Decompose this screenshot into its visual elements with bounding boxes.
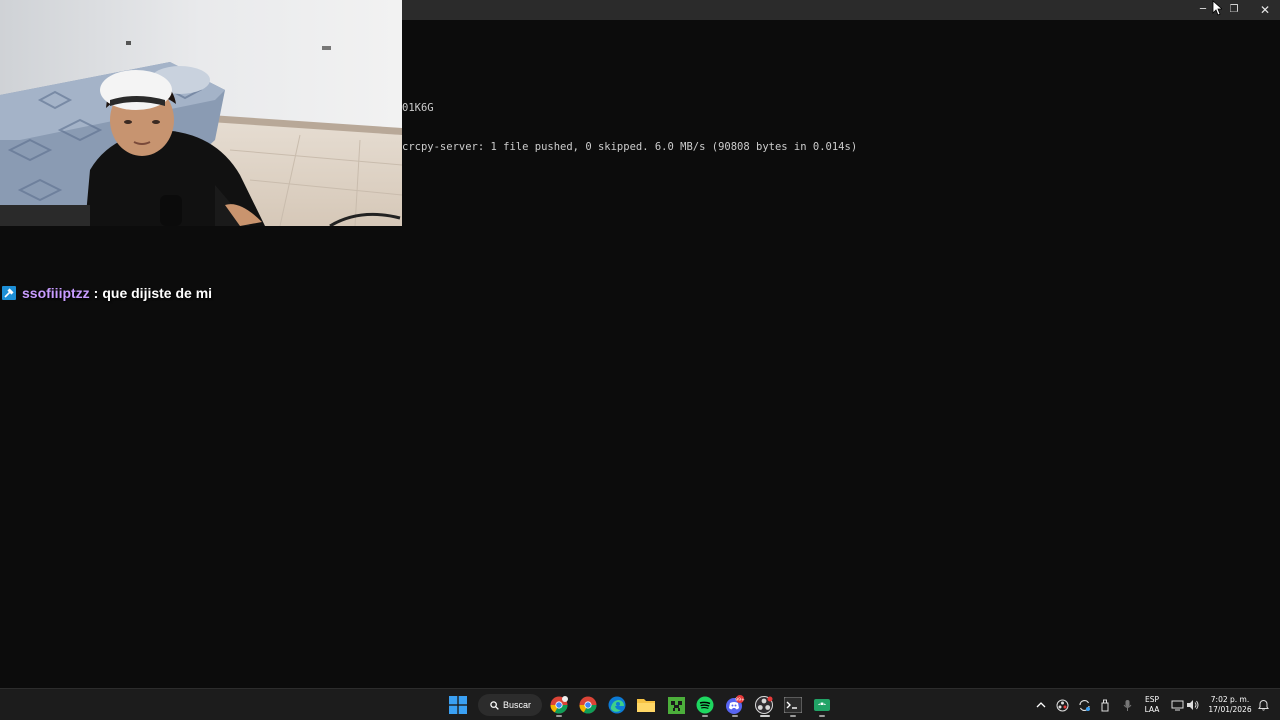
mouse-cursor-icon xyxy=(1212,0,1222,16)
terminal-line: crcpy-server: 1 file pushed, 0 skipped. … xyxy=(402,141,858,153)
desktop: ─ ❐ ✕ 01K6G crcpy-server: 1 file pushed,… xyxy=(0,0,1280,720)
search-icon xyxy=(490,700,499,710)
usb-device-icon[interactable] xyxy=(1098,698,1112,712)
chrome-icon[interactable] xyxy=(578,695,598,715)
obs-icon[interactable] xyxy=(754,695,774,715)
edge-icon[interactable] xyxy=(607,695,627,715)
close-button[interactable]: ✕ xyxy=(1250,0,1280,20)
chrome-profile-icon[interactable] xyxy=(549,695,569,715)
terminal-line: 01K6G xyxy=(402,102,434,114)
clock-date: 17/01/2026 xyxy=(1208,705,1252,714)
running-indicator xyxy=(790,715,796,717)
webcam-feed-icon xyxy=(0,0,402,226)
android-icon[interactable] xyxy=(812,695,832,715)
language-code: ESP xyxy=(1144,695,1160,704)
taskbar: Buscar 99+ ESP LAA 7:02 p. m. 17/01/2026 xyxy=(0,688,1280,720)
taskbar-search-box[interactable]: Buscar xyxy=(478,694,542,716)
volume-icon[interactable] xyxy=(1186,698,1200,712)
file-explorer-icon[interactable] xyxy=(636,695,656,715)
webcam-overlay xyxy=(0,0,402,226)
keyboard-layout: LAA xyxy=(1144,705,1160,714)
discord-notification-badge: 99+ xyxy=(735,697,745,703)
chat-separator: : xyxy=(93,285,99,301)
chat-message: ssofiiiptzz : que dijiste de mi xyxy=(2,284,212,302)
chat-text: que dijiste de mi xyxy=(102,285,213,301)
chevron-up-icon[interactable] xyxy=(1034,698,1048,712)
notification-bell-icon[interactable] xyxy=(1256,698,1270,712)
clock-time: 7:02 p. m. xyxy=(1210,695,1250,704)
running-indicator xyxy=(732,715,738,717)
moderator-badge-icon xyxy=(2,286,16,300)
maximize-button[interactable]: ❐ xyxy=(1219,0,1249,20)
minecraft-icon[interactable] xyxy=(666,695,686,715)
chat-username[interactable]: ssofiiiptzz xyxy=(22,285,90,301)
search-label: Buscar xyxy=(503,700,532,710)
sync-icon[interactable] xyxy=(1077,698,1091,712)
microphone-icon[interactable] xyxy=(1120,698,1134,712)
discord-icon[interactable]: 99+ xyxy=(725,695,745,715)
obs-tray-icon[interactable] xyxy=(1055,698,1069,712)
language-indicator[interactable]: ESP LAA xyxy=(1141,695,1163,715)
running-indicator xyxy=(819,715,825,717)
start-icon[interactable] xyxy=(448,695,468,715)
network-icon[interactable] xyxy=(1170,698,1184,712)
terminal-output[interactable]: 01K6G crcpy-server: 1 file pushed, 0 ski… xyxy=(402,76,857,180)
terminal-icon[interactable] xyxy=(783,695,803,715)
clock[interactable]: 7:02 p. m. 17/01/2026 xyxy=(1206,695,1254,715)
running-indicator xyxy=(702,715,708,717)
running-indicator-active xyxy=(760,715,770,717)
spotify-icon[interactable] xyxy=(695,695,715,715)
running-indicator xyxy=(556,715,562,717)
